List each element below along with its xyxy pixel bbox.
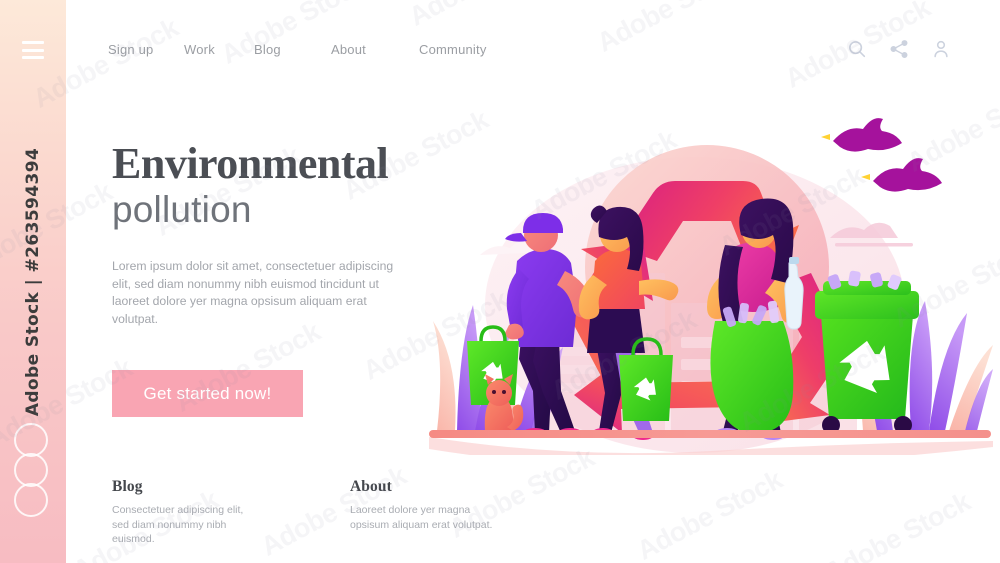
ground-line <box>429 430 991 438</box>
nav-link-sign-up[interactable]: Sign up <box>108 42 154 57</box>
hero-text-block: Environmental pollution Lorem ipsum dolo… <box>112 140 442 328</box>
cloud-right-bar <box>835 243 913 247</box>
decorative-rings <box>14 423 54 543</box>
bird-1 <box>821 118 902 152</box>
bottle-cap <box>789 257 799 264</box>
nav-icon-group <box>846 38 952 60</box>
footer-body-blog: Consectetuer adipiscing elit, sed diam n… <box>112 504 244 545</box>
main-navigation: Sign up Work Blog About Community <box>108 41 487 59</box>
share-icon[interactable] <box>888 38 910 60</box>
green-recycling-bin <box>815 270 919 434</box>
footer-heading-blog: Blog <box>112 478 143 495</box>
footer-column-about: About Laoreet dolore yer magna opsisum a… <box>350 478 500 547</box>
page-title-secondary: pollution <box>112 189 252 230</box>
page-title-primary: Environmental <box>112 139 389 188</box>
watermark-tile: Adobe Stock <box>632 464 788 563</box>
watermark-tile: Adobe Stock <box>216 0 372 70</box>
bird-2 <box>861 158 942 192</box>
landing-page-root: Adobe Stock | #263594394 Sign up Work Bl… <box>0 0 1000 563</box>
footer-columns: Blog Consectetuer adipiscing elit, sed d… <box>112 478 500 547</box>
nav-link-blog[interactable]: Blog <box>254 42 281 57</box>
footer-body-about: Laoreet dolore yer magna opsisum aliquam… <box>350 504 493 531</box>
hamburger-menu-icon[interactable] <box>22 41 44 59</box>
nav-link-community[interactable]: Community <box>419 42 487 57</box>
nav-link-work[interactable]: Work <box>184 42 215 57</box>
hero-body-text: Lorem ipsum dolor sit amet, consectetuer… <box>112 259 394 326</box>
search-icon[interactable] <box>846 38 868 60</box>
watermark-rail: Adobe Stock | #263594394 <box>0 0 66 563</box>
footer-column-blog: Blog Consectetuer adipiscing elit, sed d… <box>112 478 262 547</box>
watermark-tile: Adobe Stock <box>592 0 748 58</box>
user-account-icon[interactable] <box>930 38 952 60</box>
watermark-tile: Adobe Stock <box>820 486 976 563</box>
bin-lid <box>815 291 919 319</box>
watermark-tile: Adobe Stock <box>404 0 559 33</box>
adobe-stock-watermark-label: Adobe Stock | #263594394 <box>23 147 43 416</box>
footer-heading-about: About <box>350 478 392 495</box>
hero-illustration <box>425 95 995 455</box>
get-started-button[interactable]: Get started now! <box>112 370 303 417</box>
nav-link-about[interactable]: About <box>331 42 366 57</box>
